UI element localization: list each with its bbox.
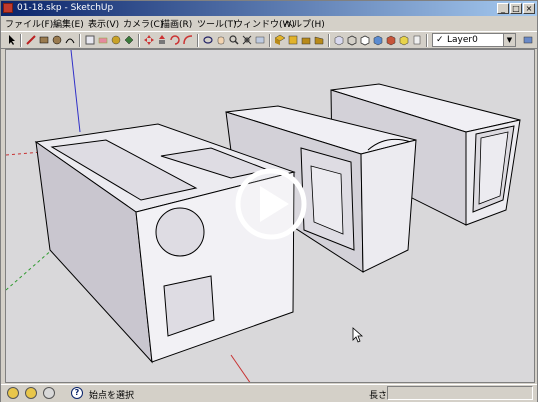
layer-check-icon: ✓ [436, 35, 444, 45]
toolbar-separator [79, 34, 81, 47]
chevron-down-icon[interactable]: ▼ [503, 34, 515, 46]
eraser-icon[interactable] [97, 34, 109, 46]
toolbar-separator [138, 34, 140, 47]
blue-axis [70, 50, 81, 133]
credits-icon[interactable] [25, 387, 37, 399]
rectangle-icon[interactable] [38, 34, 50, 46]
maximize-button[interactable]: □ [510, 3, 522, 14]
green-axis-dashed [6, 247, 55, 291]
status-hint: 始点を選択 [89, 391, 135, 401]
follow-me-icon[interactable] [182, 34, 194, 46]
toolbar-separator [328, 34, 330, 47]
make-component-icon[interactable] [84, 34, 96, 46]
rotate-icon[interactable] [169, 34, 181, 46]
pan-hand-icon[interactable] [215, 34, 227, 46]
zoom-extents-icon[interactable] [241, 34, 253, 46]
model-scene[interactable] [6, 50, 535, 383]
box-front[interactable] [34, 123, 296, 364]
menu-bar: ファイル(F) 編集(E) 表示(V) カメラ(C) 描画(R) ツール(T) … [1, 16, 537, 31]
iso-view-icon[interactable] [274, 34, 286, 46]
previous-view-icon[interactable] [254, 34, 266, 46]
paint-bucket-icon[interactable] [123, 34, 135, 46]
help-icon[interactable]: ? [71, 387, 83, 399]
play-video-icon[interactable] [235, 168, 307, 240]
top-view-icon[interactable] [287, 34, 299, 46]
drawing-viewport[interactable] [5, 49, 535, 383]
length-label: 長さ [369, 391, 388, 401]
menu-view[interactable]: 表示(V) [88, 17, 119, 30]
section-plane-icon[interactable] [411, 34, 423, 46]
sketchup-window: 01-18.skp - SketchUp _ □ × ファイル(F) 編集(E)… [0, 0, 538, 402]
circle-icon[interactable] [51, 34, 63, 46]
minimize-button[interactable]: _ [497, 3, 509, 14]
wireframe-style-icon[interactable] [346, 34, 358, 46]
geo-location-icon[interactable] [7, 387, 19, 399]
right-view-icon[interactable] [313, 34, 325, 46]
hidden-line-style-icon[interactable] [359, 34, 371, 46]
menu-edit[interactable]: 編集(E) [53, 17, 84, 30]
toolbar-separator [20, 34, 22, 47]
toolbar-separator [269, 34, 271, 47]
front-view-icon[interactable] [300, 34, 312, 46]
title-bar: 01-18.skp - SketchUp _ □ × [1, 1, 537, 16]
layer-select[interactable]: ✓ Layer0 ▼ [432, 33, 516, 47]
red-axis [230, 354, 251, 382]
move-icon[interactable] [143, 34, 155, 46]
menu-tools[interactable]: ツール(T) [197, 17, 237, 30]
select-arrow-icon[interactable] [6, 34, 18, 46]
orbit-icon[interactable] [202, 34, 214, 46]
push-pull-icon[interactable] [156, 34, 168, 46]
mouse-cursor-icon [352, 327, 364, 343]
monochrome-style-icon[interactable] [398, 34, 410, 46]
toolbar-separator [426, 34, 428, 47]
arc-icon[interactable] [64, 34, 76, 46]
sketchup-app-icon [3, 3, 13, 13]
length-input[interactable] [387, 386, 533, 400]
menu-help[interactable]: ヘルプ(H) [284, 17, 325, 30]
menu-draw[interactable]: 描画(R) [161, 17, 192, 30]
layer-name: Layer0 [447, 35, 478, 45]
xray-style-icon[interactable] [333, 34, 345, 46]
line-pencil-icon[interactable] [25, 34, 37, 46]
layer-manager-icon[interactable] [522, 34, 534, 46]
textured-style-icon[interactable] [385, 34, 397, 46]
shaded-style-icon[interactable] [372, 34, 384, 46]
window-title: 01-18.skp - SketchUp [17, 3, 114, 13]
zoom-icon[interactable] [228, 34, 240, 46]
menu-camera[interactable]: カメラ(C) [123, 17, 163, 30]
main-toolbar: ✓ Layer0 ▼ [1, 31, 537, 49]
toolbar-separator [197, 34, 199, 47]
tape-measure-icon[interactable] [110, 34, 122, 46]
status-bar: ? 始点を選択 長さ [1, 384, 537, 402]
menu-file[interactable]: ファイル(F) [5, 17, 53, 30]
account-icon[interactable] [43, 387, 55, 399]
close-button[interactable]: × [523, 3, 535, 14]
